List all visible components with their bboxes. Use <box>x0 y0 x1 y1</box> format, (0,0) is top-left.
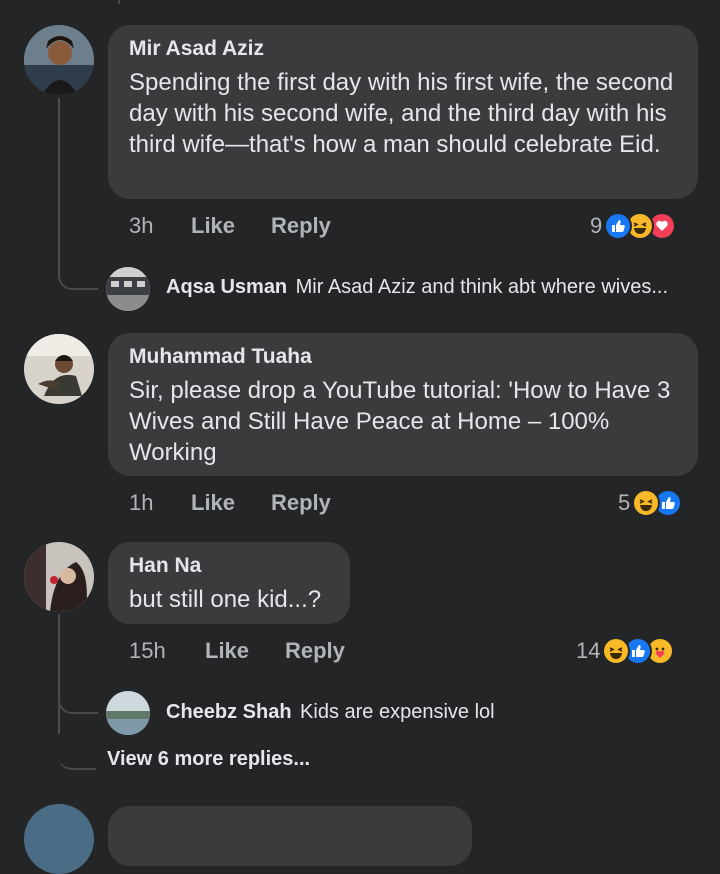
avatar-muhammad-tuaha[interactable] <box>24 334 94 404</box>
comment-time[interactable]: 3h <box>129 213 153 239</box>
comment-bubble-3[interactable]: Han Na but still one kid...? <box>108 542 350 624</box>
reactions-3[interactable]: 14 <box>576 635 675 667</box>
reactions-1[interactable]: 9 <box>590 210 677 242</box>
reply-button[interactable]: Reply <box>271 490 331 516</box>
comment-time[interactable]: 1h <box>129 490 153 516</box>
reply-author[interactable]: Aqsa Usman <box>166 276 287 298</box>
reply-text: Kids are expensive lol <box>300 701 495 723</box>
view-more-connector <box>58 720 96 770</box>
reaction-count: 14 <box>576 638 601 663</box>
comment-bubble-1[interactable]: Mir Asad Aziz Spending the first day wit… <box>108 25 698 199</box>
reply-2[interactable]: Cheebz Shah Kids are expensive lol <box>166 701 495 724</box>
comment-time[interactable]: 15h <box>129 638 166 664</box>
avatar-aqsa-usman[interactable] <box>106 267 150 311</box>
like-reaction-icon <box>604 212 633 240</box>
reply-1[interactable]: Aqsa Usman Mir Asad Aziz and think abt w… <box>166 276 668 299</box>
like-button[interactable]: Like <box>191 213 235 239</box>
avatar-cheebz-shah[interactable] <box>106 691 150 735</box>
reply-connector-2 <box>58 664 98 714</box>
reaction-count: 5 <box>618 490 631 515</box>
comment-author[interactable]: Han Na <box>129 554 201 578</box>
haha-reaction-icon <box>632 489 661 517</box>
reactions-2[interactable]: 5 <box>618 487 683 519</box>
avatar-han-na[interactable] <box>24 542 94 612</box>
reply-text: Mir Asad Aziz and think abt where wives.… <box>295 276 669 298</box>
reaction-count: 9 <box>590 213 603 238</box>
comment-actions-2: 1h Like Reply <box>0 490 720 520</box>
comment-bubble-next[interactable] <box>108 806 472 866</box>
comment-bubble-2[interactable]: Muhammad Tuaha Sir, please drop a YouTub… <box>108 333 698 476</box>
reply-connector-1 <box>58 240 98 290</box>
comment-author[interactable]: Mir Asad Aziz <box>129 37 264 61</box>
reply-button[interactable]: Reply <box>271 213 331 239</box>
reply-author[interactable]: Cheebz Shah <box>166 701 292 723</box>
comment-text: Sir, please drop a YouTube tutorial: 'Ho… <box>129 377 671 466</box>
reply-button[interactable]: Reply <box>285 638 345 664</box>
comment-author[interactable]: Muhammad Tuaha <box>129 345 312 369</box>
comment-text: Spending the first day with his first wi… <box>129 69 674 158</box>
like-button[interactable]: Like <box>205 638 249 664</box>
haha-reaction-icon <box>602 637 631 665</box>
comment-text: but still one kid...? <box>129 586 322 613</box>
avatar-mir-asad-aziz[interactable] <box>24 25 94 95</box>
thread-line-top <box>118 0 120 4</box>
view-more-replies-link[interactable]: View 6 more replies... <box>107 748 310 771</box>
like-button[interactable]: Like <box>191 490 235 516</box>
